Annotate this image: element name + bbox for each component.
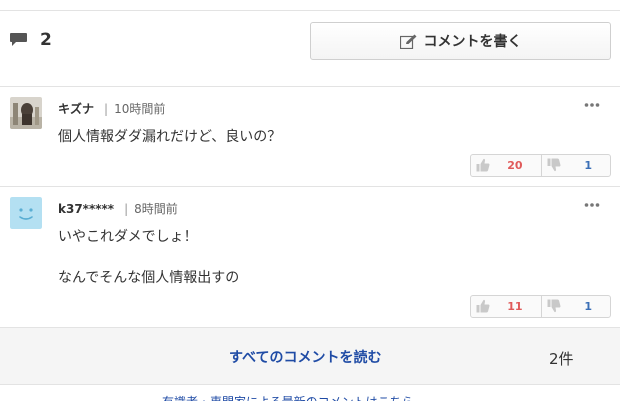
comment-count: 2 (40, 30, 52, 50)
divider (0, 186, 620, 187)
comment-text-line: なんでそんな個人情報出すの (58, 270, 240, 286)
more-dots-icon[interactable] (584, 102, 600, 108)
dislike-count: 1 (584, 300, 592, 313)
thumb-down-icon (547, 158, 560, 172)
comment-time: 10時間前 (114, 102, 166, 116)
thumb-up-icon (476, 158, 490, 172)
pen-icon (399, 34, 416, 49)
vote-box: 20 1 (470, 154, 611, 177)
comment-username[interactable]: k37***** (58, 202, 114, 216)
meta-separator: | (104, 102, 109, 116)
comment-username[interactable]: キズナ (58, 102, 94, 116)
avatar[interactable] (10, 97, 42, 129)
comment-time: 8時間前 (134, 202, 178, 216)
like-button[interactable]: 20 (471, 155, 541, 176)
dislike-count: 1 (584, 159, 592, 172)
comment-meta: k37***** | 8時間前 (58, 200, 178, 217)
speech-bubble-icon (10, 33, 27, 46)
more-dots-icon[interactable] (584, 202, 600, 208)
write-comment-button[interactable]: コメントを書く (310, 22, 611, 60)
like-count: 11 (507, 300, 523, 313)
vote-box: 11 1 (470, 295, 611, 318)
default-avatar-face-icon (10, 197, 42, 229)
total-comment-count: 2件 (549, 350, 574, 368)
like-button[interactable]: 11 (471, 296, 541, 317)
divider (0, 86, 620, 87)
comment-text: 個人情報ダダ漏れだけど、良いの？ (58, 129, 282, 145)
comment-meta: キズナ | 10時間前 (58, 100, 165, 117)
avatar[interactable] (10, 197, 42, 229)
read-all-bar: すべてのコメントを読む 2件 (0, 327, 620, 385)
dislike-button[interactable]: 1 (540, 296, 611, 317)
avatar-photo (10, 97, 42, 129)
dislike-button[interactable]: 1 (540, 155, 611, 176)
comment-text-line: いやこれダメでしょ！ (58, 229, 198, 245)
read-all-comments-link[interactable]: すべてのコメントを読む (229, 347, 381, 367)
thumb-down-icon (547, 299, 560, 313)
expert-comments-link[interactable]: 有識者・専門家による最新のコメントはこちら (162, 393, 414, 401)
meta-separator: | (124, 202, 129, 216)
thumb-up-icon (476, 299, 490, 313)
like-count: 20 (507, 159, 523, 172)
write-comment-label: コメントを書く (423, 34, 522, 50)
